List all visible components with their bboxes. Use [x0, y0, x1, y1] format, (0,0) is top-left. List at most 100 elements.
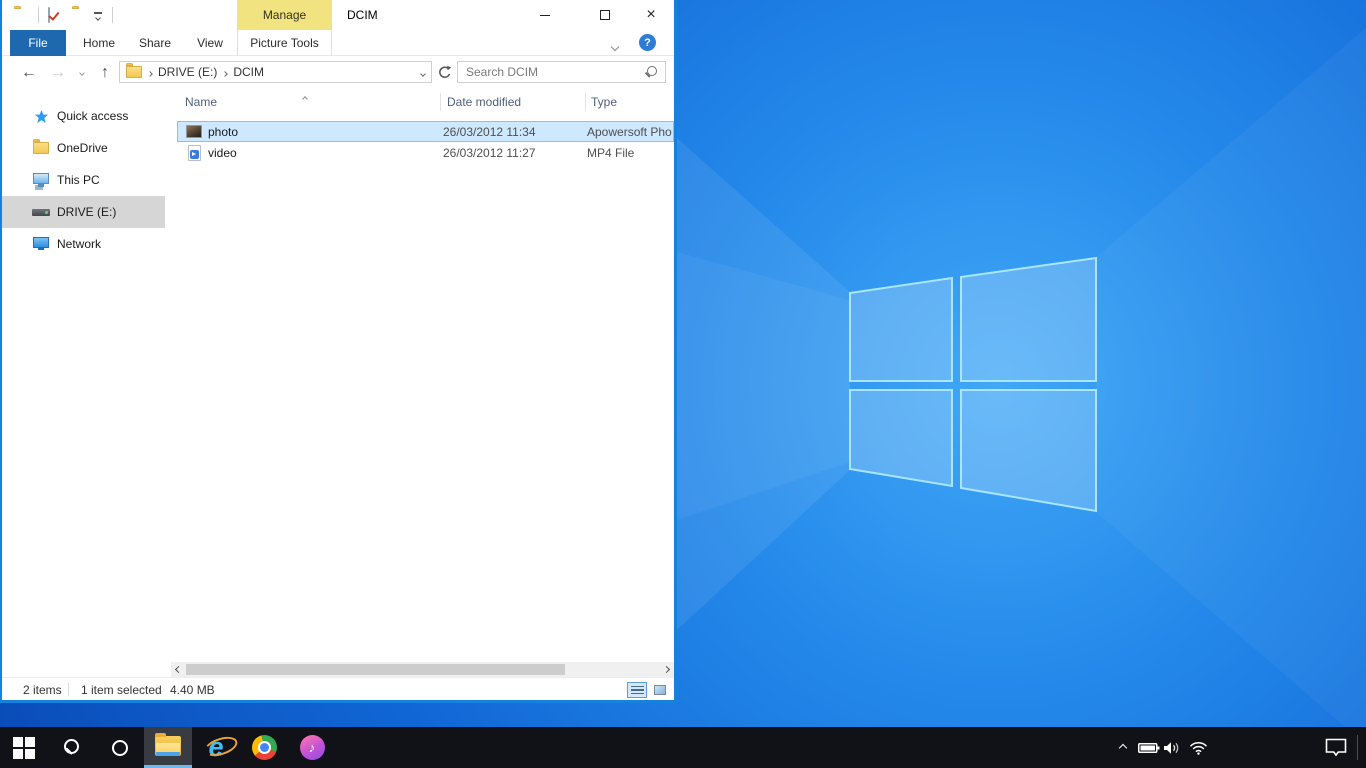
column-header-date-modified[interactable]: Date modified: [447, 95, 521, 109]
details-view-icon: [631, 686, 644, 695]
action-center-icon: [1325, 738, 1347, 757]
address-bar[interactable]: DRIVE (E:) DCIM: [119, 61, 432, 83]
taskbar-file-explorer-button[interactable]: [144, 727, 192, 768]
breadcrumb-chevron-icon[interactable]: [148, 65, 152, 79]
monitor-icon: [32, 173, 50, 188]
window-border[interactable]: [674, 0, 677, 703]
qat-separator: [112, 7, 113, 23]
taskbar-internet-explorer-button[interactable]: e: [192, 727, 240, 768]
scrollbar-thumb[interactable]: [186, 664, 565, 675]
breadcrumb-dcim[interactable]: DCIM: [233, 65, 264, 79]
file-date-modified: 26/03/2012 11:27: [443, 146, 587, 160]
file-row[interactable]: video 26/03/2012 11:27 MP4 File: [177, 142, 674, 163]
sidebar-item-network[interactable]: Network: [2, 228, 165, 260]
file-explorer-icon: [155, 736, 181, 756]
selection-count: 1 item selected: [81, 683, 162, 697]
scroll-right-icon[interactable]: [659, 662, 674, 677]
sidebar-item-drive-e[interactable]: DRIVE (E:): [2, 196, 165, 228]
window-border[interactable]: [0, 700, 677, 703]
close-button[interactable]: ×: [632, 0, 670, 30]
scroll-left-icon[interactable]: [171, 662, 186, 677]
itunes-icon: ♪: [300, 735, 325, 760]
file-type: MP4 File: [587, 146, 674, 160]
sidebar-item-label: This PC: [57, 173, 100, 187]
file-explorer-window: Manage DCIM × File Home Share View Pictu…: [0, 0, 677, 703]
horizontal-scrollbar[interactable]: [171, 662, 674, 677]
column-divider[interactable]: [440, 93, 441, 111]
taskbar: e ♪: [0, 727, 1366, 768]
contextual-tab-manage[interactable]: Manage: [237, 0, 332, 30]
column-divider[interactable]: [585, 93, 586, 111]
windows-start-icon: [13, 737, 35, 759]
qat-separator: [38, 7, 39, 23]
back-button[interactable]: ←: [14, 57, 44, 88]
recent-locations-icon[interactable]: [74, 57, 90, 88]
maximize-button[interactable]: [586, 0, 624, 30]
selection-size: 4.40 MB: [170, 683, 215, 697]
chrome-icon: [252, 735, 277, 760]
expand-ribbon-icon[interactable]: [612, 39, 618, 53]
search-box[interactable]: [457, 61, 666, 83]
navigation-toolbar: ← → ↑ DRIVE (E:) DCIM: [2, 57, 674, 88]
sidebar-item-quick-access[interactable]: Quick access: [2, 100, 165, 132]
volume-tray-button[interactable]: [1158, 727, 1184, 768]
taskbar-itunes-button[interactable]: ♪: [288, 727, 336, 768]
wifi-tray-button[interactable]: [1184, 727, 1212, 768]
wifi-icon: [1189, 740, 1208, 755]
title-bar[interactable]: Manage DCIM ×: [2, 0, 674, 30]
search-input[interactable]: [466, 65, 644, 79]
qat-properties-icon[interactable]: [48, 8, 50, 22]
maximize-icon: [600, 10, 610, 20]
action-center-button[interactable]: [1318, 727, 1354, 768]
file-type: Apowersoft Pho: [587, 125, 674, 139]
breadcrumb-drive[interactable]: DRIVE (E:): [158, 65, 217, 79]
start-button[interactable]: [0, 727, 48, 768]
column-header-type[interactable]: Type: [591, 95, 617, 109]
tab-view[interactable]: View: [186, 30, 234, 56]
sidebar-item-label: Network: [57, 237, 101, 251]
speaker-icon: [1163, 741, 1180, 755]
refresh-button[interactable]: [435, 61, 455, 83]
address-dropdown-icon[interactable]: [421, 65, 425, 79]
items-count: 2 items: [23, 683, 62, 697]
sidebar-item-label: OneDrive: [57, 141, 108, 155]
cortana-button[interactable]: [96, 727, 144, 768]
large-icons-view-button[interactable]: [650, 682, 670, 698]
ribbon-tab-row: File Home Share View Picture Tools ?: [2, 30, 674, 56]
breadcrumb-chevron-icon[interactable]: [223, 65, 227, 79]
show-desktop-button[interactable]: [1357, 735, 1358, 760]
tab-file[interactable]: File: [10, 30, 66, 56]
navigation-pane: Quick access OneDrive This PC DRIVE (E:)…: [2, 100, 165, 260]
search-icon[interactable]: [644, 66, 657, 79]
forward-button[interactable]: →: [44, 57, 72, 88]
tab-picture-tools[interactable]: Picture Tools: [237, 30, 332, 56]
star-icon: [32, 109, 50, 124]
large-icons-view-icon: [654, 685, 666, 695]
taskbar-chrome-button[interactable]: [240, 727, 288, 768]
taskbar-search-button[interactable]: [48, 727, 96, 768]
tab-home[interactable]: Home: [74, 30, 124, 56]
column-headers: Name Date modified Type: [171, 88, 674, 115]
screen: Manage DCIM × File Home Share View Pictu…: [0, 0, 1366, 768]
status-divider: [68, 683, 69, 696]
column-header-name[interactable]: Name: [185, 95, 217, 109]
tab-share[interactable]: Share: [128, 30, 182, 56]
drive-icon: [32, 209, 50, 216]
help-button[interactable]: ?: [639, 34, 656, 51]
file-row[interactable]: photo 26/03/2012 11:34 Apowersoft Pho: [177, 121, 674, 142]
minimize-icon: [540, 15, 550, 16]
qat-customize-icon[interactable]: [94, 12, 102, 20]
up-button[interactable]: ↑: [92, 57, 118, 88]
window-title: DCIM: [347, 0, 378, 30]
minimize-button[interactable]: [526, 0, 564, 30]
sidebar-item-this-pc[interactable]: This PC: [2, 164, 165, 196]
show-hidden-icons-button[interactable]: [1110, 727, 1136, 768]
battery-icon: [1138, 742, 1160, 754]
folder-icon: [32, 142, 50, 154]
status-bar: 2 items 1 item selected 4.40 MB: [2, 677, 674, 700]
photo-thumbnail-icon: [186, 125, 202, 138]
close-icon: ×: [646, 7, 655, 23]
details-view-button[interactable]: [627, 682, 647, 698]
video-file-icon: [186, 145, 202, 161]
sidebar-item-onedrive[interactable]: OneDrive: [2, 132, 165, 164]
